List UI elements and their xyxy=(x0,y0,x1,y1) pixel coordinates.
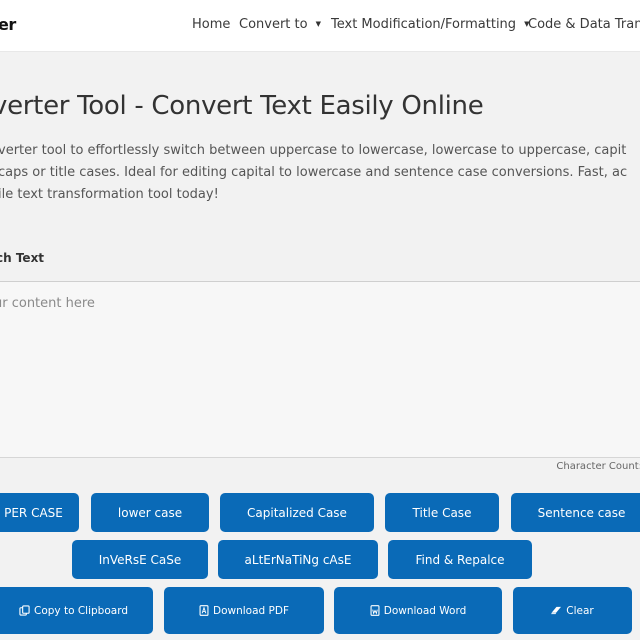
capitalized-case-button[interactable]: Capitalized Case xyxy=(220,493,374,532)
copy-to-clipboard-button[interactable]: Copy to Clipboard xyxy=(0,587,153,634)
nav-code-data-translation-label: Code & Data Transla xyxy=(528,17,640,32)
title-case-button[interactable]: Title Case xyxy=(385,493,499,532)
clear-label: Clear xyxy=(566,604,594,617)
alternating-case-button-label: aLtErNaTiNg cAsE xyxy=(244,552,352,567)
clear-button[interactable]: Clear xyxy=(513,587,632,634)
download-word-label: Download Word xyxy=(383,604,467,617)
text-input[interactable] xyxy=(0,282,640,457)
site-logo[interactable]: er xyxy=(0,15,16,34)
nav-convert-to[interactable]: Convert to ▼ xyxy=(239,17,321,32)
nav-convert-to-label: Convert to xyxy=(239,17,308,32)
site-header: er Home Convert to ▼ Text Modification/Fo… xyxy=(0,0,640,52)
nav-home[interactable]: Home xyxy=(192,17,230,32)
alternating-case-button[interactable]: aLtErNaTiNg cAsE xyxy=(218,540,378,579)
page-description: verter tool to effortlessly switch betwe… xyxy=(0,140,640,206)
character-count: Character Count: xyxy=(556,461,640,472)
uppercase-button[interactable]: PER CASE xyxy=(0,493,79,532)
nav-home-label: Home xyxy=(192,17,231,32)
description-line: ile text transformation tool today! xyxy=(0,187,219,202)
download-pdf-button[interactable]: Download PDF xyxy=(164,587,324,634)
download-word-button[interactable]: Download Word xyxy=(334,587,502,634)
description-line: caps or title cases. Ideal for editing c… xyxy=(0,165,628,180)
nav-code-data-translation[interactable]: Code & Data Transla xyxy=(528,17,640,32)
text-input-container xyxy=(0,281,640,458)
find-replace-button[interactable]: Find & Repalce xyxy=(388,540,532,579)
caret-down-icon: ▼ xyxy=(315,20,321,28)
find-replace-button-label: Find & Repalce xyxy=(415,552,505,567)
lowercase-button-label: lower case xyxy=(117,505,183,520)
nav-text-modification[interactable]: Text Modification/Formatting ▼ xyxy=(331,17,529,32)
inverse-case-button[interactable]: InVeRsE CaSe xyxy=(72,540,208,579)
pdf-file-icon xyxy=(199,605,209,616)
nav-text-modification-label: Text Modification/Formatting xyxy=(331,17,517,32)
sentence-case-button[interactable]: Sentence case xyxy=(511,493,640,532)
download-pdf-label: Download PDF xyxy=(213,604,289,617)
description-line: verter tool to effortlessly switch betwe… xyxy=(0,143,627,158)
inverse-case-button-label: InVeRsE CaSe xyxy=(98,552,182,567)
capitalized-case-button-label: Capitalized Case xyxy=(247,505,347,520)
title-case-button-label: Title Case xyxy=(412,505,472,520)
lowercase-button[interactable]: lower case xyxy=(91,493,209,532)
copy-to-clipboard-label: Copy to Clipboard xyxy=(33,604,128,617)
uppercase-button-label: PER CASE xyxy=(4,505,63,520)
eraser-icon xyxy=(551,606,562,615)
word-file-icon xyxy=(370,605,380,616)
page-title: verter Tool - Convert Text Easily Online xyxy=(0,91,484,121)
copy-icon xyxy=(19,605,30,616)
input-text-label: ch Text xyxy=(0,251,45,265)
sentence-case-button-label: Sentence case xyxy=(537,505,626,520)
